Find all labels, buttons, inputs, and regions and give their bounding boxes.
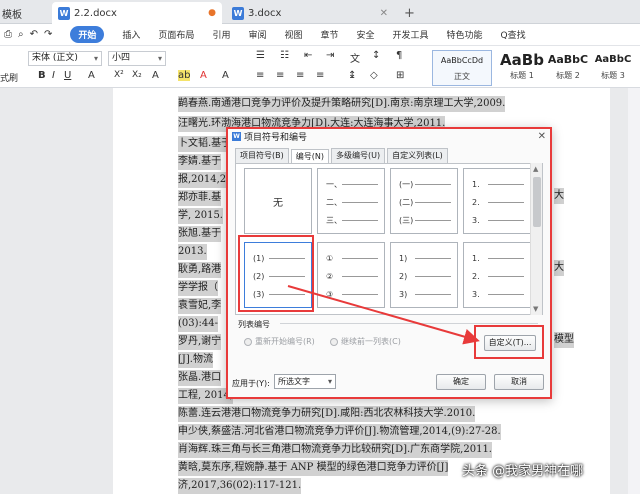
wps-window: 模板 W 2.2.docx ● W 3.docx ✕ + ⎙ ⌕ ↶ ↷ 开始 … — [0, 0, 640, 494]
watermark-text: 头条 @我家男神在哪 — [462, 464, 584, 479]
annotation-arrow — [287, 285, 480, 345]
